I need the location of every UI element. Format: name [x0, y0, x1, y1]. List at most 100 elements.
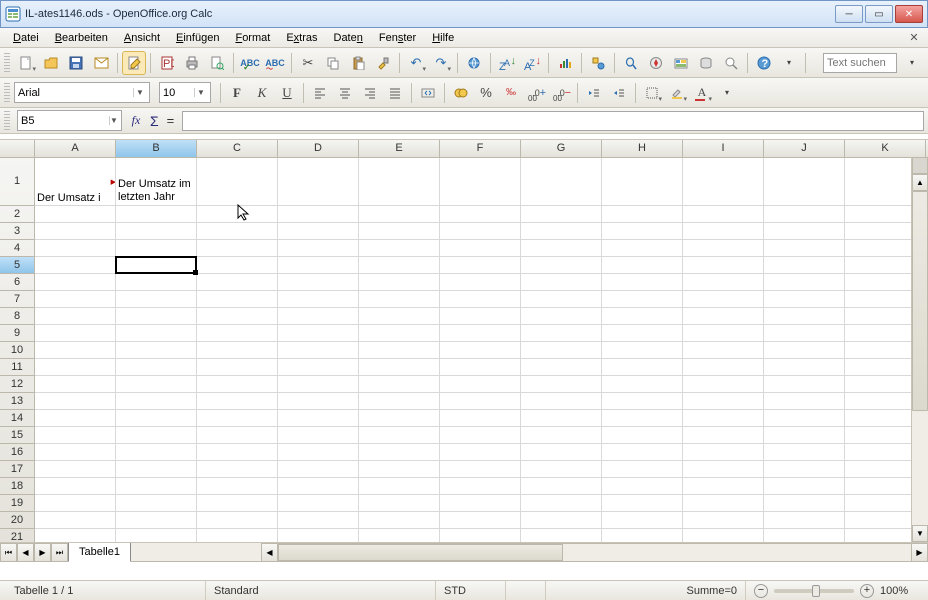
- row-header[interactable]: 16: [0, 444, 34, 461]
- cell[interactable]: [359, 461, 440, 478]
- cell[interactable]: [278, 529, 359, 542]
- show-draw-button[interactable]: [586, 51, 610, 75]
- cell[interactable]: [521, 461, 602, 478]
- cell[interactable]: [440, 495, 521, 512]
- cell[interactable]: [116, 206, 197, 223]
- col-header-a[interactable]: A: [35, 140, 116, 157]
- vsplit-handle[interactable]: [912, 157, 928, 174]
- cell[interactable]: [521, 410, 602, 427]
- cell[interactable]: [764, 325, 845, 342]
- menu-format[interactable]: Format: [228, 30, 277, 46]
- close-button[interactable]: ✕: [895, 5, 923, 23]
- cell[interactable]: [764, 308, 845, 325]
- menu-einfuegen[interactable]: Einfügen: [169, 30, 226, 46]
- cell[interactable]: [521, 291, 602, 308]
- row-header[interactable]: 9: [0, 325, 34, 342]
- cell[interactable]: [35, 257, 116, 274]
- cell[interactable]: [116, 461, 197, 478]
- col-header-f[interactable]: F: [440, 140, 521, 157]
- cell[interactable]: [35, 393, 116, 410]
- cell[interactable]: [764, 393, 845, 410]
- zoom-slider-knob[interactable]: [812, 585, 820, 597]
- menu-fenster[interactable]: Fenster: [372, 30, 423, 46]
- cell[interactable]: [116, 512, 197, 529]
- cell[interactable]: [683, 206, 764, 223]
- print-button[interactable]: [180, 51, 204, 75]
- cell[interactable]: [602, 444, 683, 461]
- status-sum[interactable]: Summe=0: [546, 581, 746, 600]
- redo-button[interactable]: ↷: [429, 51, 453, 75]
- maximize-button[interactable]: ▭: [865, 5, 893, 23]
- cell[interactable]: [278, 257, 359, 274]
- cell[interactable]: [197, 529, 278, 542]
- cell[interactable]: [440, 529, 521, 542]
- cell[interactable]: [278, 376, 359, 393]
- cell[interactable]: [521, 376, 602, 393]
- row-header[interactable]: 5: [0, 257, 34, 274]
- cell[interactable]: [521, 342, 602, 359]
- col-header-d[interactable]: D: [278, 140, 359, 157]
- cell[interactable]: [440, 461, 521, 478]
- cell[interactable]: [116, 274, 197, 291]
- row-header[interactable]: 3: [0, 223, 34, 240]
- cell[interactable]: [683, 257, 764, 274]
- zoom-button[interactable]: [719, 51, 743, 75]
- help-button[interactable]: ?: [752, 51, 776, 75]
- scroll-track[interactable]: [278, 543, 911, 562]
- navigator-button[interactable]: [644, 51, 668, 75]
- toolbar-overflow[interactable]: ▾: [777, 51, 801, 75]
- cell[interactable]: [764, 512, 845, 529]
- col-header-g[interactable]: G: [521, 140, 602, 157]
- new-doc-button[interactable]: [14, 51, 38, 75]
- scroll-thumb[interactable]: [912, 191, 928, 411]
- cell[interactable]: [35, 478, 116, 495]
- cell[interactable]: [359, 308, 440, 325]
- cell[interactable]: [278, 393, 359, 410]
- zoom-in-button[interactable]: +: [860, 584, 874, 598]
- cell[interactable]: [440, 444, 521, 461]
- cell[interactable]: [278, 461, 359, 478]
- cell[interactable]: [521, 529, 602, 542]
- sort-asc-button[interactable]: AZ↓: [495, 51, 519, 75]
- cell-a1[interactable]: Der Umsatz i▶: [35, 158, 116, 206]
- cell[interactable]: [602, 478, 683, 495]
- cell[interactable]: [359, 257, 440, 274]
- cell[interactable]: [116, 444, 197, 461]
- tab-first-button[interactable]: ⏮: [0, 543, 17, 562]
- cell[interactable]: [683, 308, 764, 325]
- cell[interactable]: [764, 410, 845, 427]
- datasources-button[interactable]: [694, 51, 718, 75]
- format-paintbrush-button[interactable]: [371, 51, 395, 75]
- cell[interactable]: [440, 325, 521, 342]
- find-button[interactable]: [619, 51, 643, 75]
- cell[interactable]: [359, 342, 440, 359]
- cell[interactable]: [764, 359, 845, 376]
- cell[interactable]: [197, 274, 278, 291]
- cell[interactable]: [359, 240, 440, 257]
- col-header-b[interactable]: B: [116, 140, 197, 157]
- cell[interactable]: [278, 512, 359, 529]
- cell[interactable]: [197, 393, 278, 410]
- cell[interactable]: [359, 223, 440, 240]
- cell[interactable]: [116, 325, 197, 342]
- cell[interactable]: [602, 359, 683, 376]
- cell[interactable]: [278, 325, 359, 342]
- row-header[interactable]: 12: [0, 376, 34, 393]
- cell[interactable]: [35, 495, 116, 512]
- cell[interactable]: [116, 495, 197, 512]
- status-mode[interactable]: STD: [436, 581, 506, 600]
- remove-decimal-button[interactable]: .000−: [549, 81, 573, 105]
- auto-spellcheck-button[interactable]: ABC～: [263, 51, 287, 75]
- cell[interactable]: [197, 257, 278, 274]
- cell[interactable]: [197, 158, 278, 206]
- merge-cells-button[interactable]: [416, 81, 440, 105]
- cell[interactable]: [521, 427, 602, 444]
- cell[interactable]: [602, 325, 683, 342]
- row-header[interactable]: 18: [0, 478, 34, 495]
- cell[interactable]: [116, 529, 197, 542]
- zoom-slider[interactable]: [774, 589, 854, 593]
- menu-bearbeiten[interactable]: Bearbeiten: [48, 30, 115, 46]
- cell[interactable]: [35, 512, 116, 529]
- cell[interactable]: [440, 512, 521, 529]
- dropdown-icon[interactable]: ▼: [194, 88, 207, 97]
